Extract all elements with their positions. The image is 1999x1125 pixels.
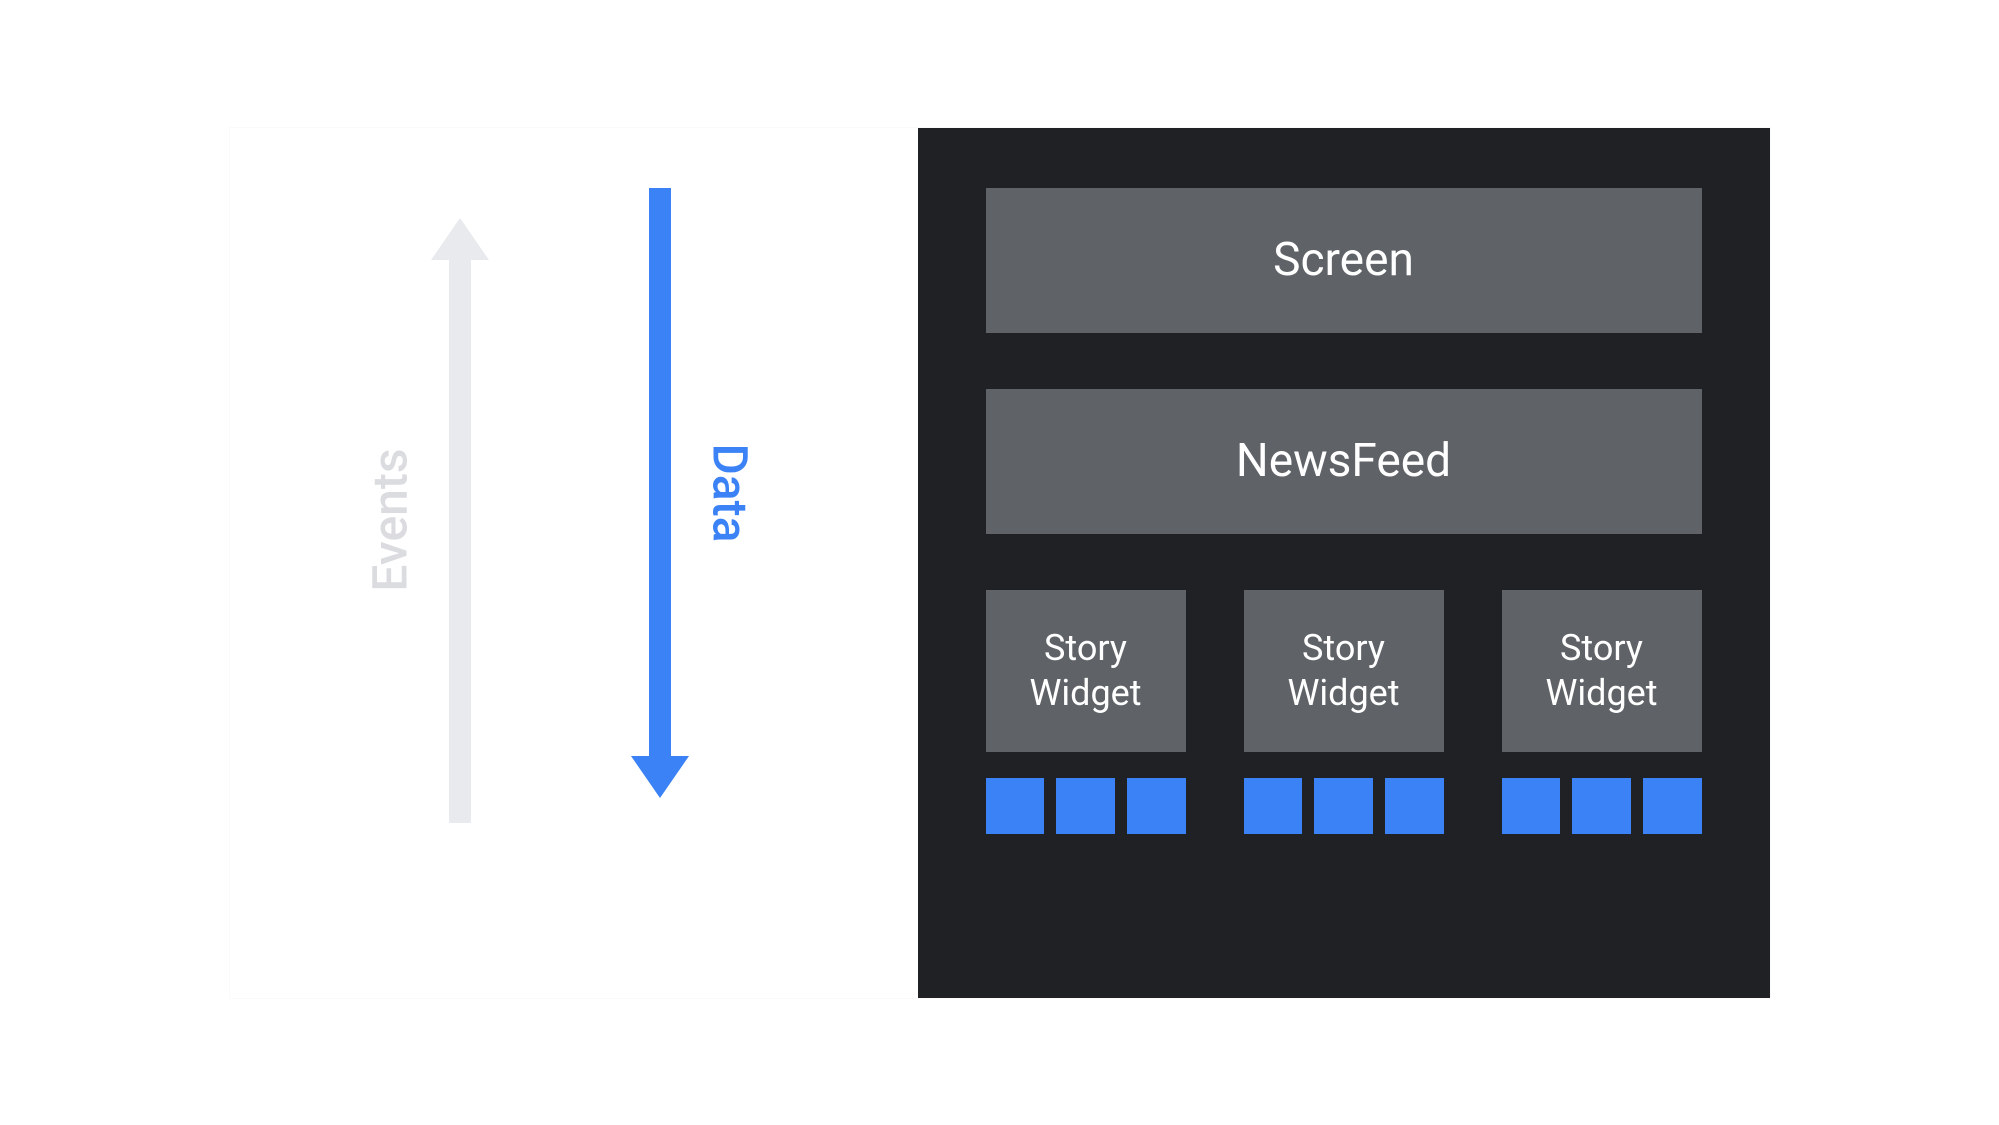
story-widgets-row: StoryWidget StoryWidget StoryWidget [986, 590, 1702, 752]
data-arrow-shaft [649, 188, 671, 758]
data-arrow: Data [630, 188, 690, 798]
story-widget-label: StoryWidget [1545, 626, 1657, 716]
story-widget-box: StoryWidget [986, 590, 1186, 752]
chip [1572, 778, 1631, 834]
story-widget-label: StoryWidget [1287, 626, 1399, 716]
story-widget-box: StoryWidget [1244, 590, 1444, 752]
chip [1127, 778, 1186, 834]
chip [1056, 778, 1115, 834]
events-label: Events [361, 448, 418, 591]
left-panel: Events Data [230, 128, 918, 998]
events-arrow: Events [430, 218, 490, 823]
arrow-up-icon [431, 218, 489, 260]
chips-row [986, 778, 1702, 834]
right-panel: Screen NewsFeed StoryWidget StoryWidget … [918, 128, 1770, 998]
chip [1502, 778, 1561, 834]
screen-box: Screen [986, 188, 1702, 333]
chips-group [1502, 778, 1702, 834]
chip [1643, 778, 1702, 834]
chip [1314, 778, 1373, 834]
chip [1244, 778, 1303, 834]
chip [1385, 778, 1444, 834]
events-arrow-shaft [449, 258, 471, 823]
newsfeed-label: NewsFeed [1236, 434, 1451, 488]
diagram-frame: Events Data Screen NewsFeed StoryWidget … [230, 128, 1770, 998]
arrow-down-icon [631, 756, 689, 798]
chip [986, 778, 1045, 834]
screen-label: Screen [1273, 233, 1414, 287]
chips-group [986, 778, 1186, 834]
story-widget-box: StoryWidget [1502, 590, 1702, 752]
story-widget-label: StoryWidget [1029, 626, 1141, 716]
chips-group [1244, 778, 1444, 834]
newsfeed-box: NewsFeed [986, 389, 1702, 534]
data-label: Data [701, 443, 758, 542]
